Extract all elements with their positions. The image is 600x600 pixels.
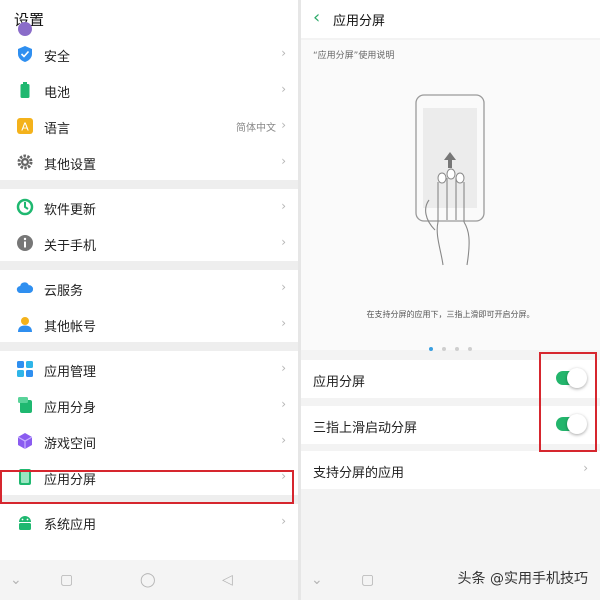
chevron-right-icon: › [281,514,286,528]
row-label: 其他设置 [44,158,97,173]
chevron-right-icon: › [281,361,286,375]
language-value: 简体中文 [236,123,276,134]
row-label: 电池 [44,86,71,101]
watermark: 头条 @实用手机技巧 [457,571,588,587]
instruction-card: “应用分屏”使用说明 在支持分屏的应用下，三指上滑即可开启分屏。 [301,40,600,351]
row-label: 其他帐号 [44,320,97,335]
row-label: 游戏空间 [44,437,97,452]
settings-panel: 设置 安全 › 电池 › A 语言 简体中文 › 其他设置 › 软件更新 › 关… [0,0,298,600]
toggle-knob [567,414,587,434]
row-label: 应用管理 [44,365,97,380]
setting-label: 支持分屏的应用 [313,466,405,481]
partial-icon [18,22,32,36]
sidebar-item-battery[interactable]: 电池 › [0,72,298,108]
row-label: 系统应用 [44,518,97,533]
chevron-right-icon: › [281,280,286,294]
three-finger-toggle-row[interactable]: 三指上滑启动分屏 [301,406,600,444]
chevron-right-icon: › [281,154,286,168]
split-screen-panel: ‹ 应用分屏 “应用分屏”使用说明 在支持分屏的应用下，三指上滑即可开启分屏。 … [301,0,600,600]
page-dot [428,347,433,351]
instruction-heading: “应用分屏”使用说明 [313,51,395,61]
group-separator [0,180,298,189]
three-finger-toggle[interactable] [556,414,587,434]
recents-icon[interactable]: ▢ [361,572,374,588]
group-separator [0,261,298,270]
home-icon[interactable]: ◯ [140,572,156,588]
sidebar-item-game-space[interactable]: 游戏空间 › [0,423,298,459]
chevron-right-icon: › [281,82,286,96]
back-arrow-icon[interactable]: ‹ [313,7,320,28]
language-icon: A [17,118,33,134]
sidebar-item-split-screen[interactable]: 应用分屏 › [0,459,298,495]
sidebar-item-app-clone[interactable]: 应用分身 › [0,387,298,423]
sidebar-item-about-phone[interactable]: 关于手机 › [0,225,298,261]
page-title: 应用分屏 [333,14,386,29]
split-screen-icon [19,469,31,485]
group-separator [0,495,298,504]
page-dot [468,347,473,351]
chevron-right-icon: › [281,469,286,483]
nav-bar: ⌄ ▢ ◯ ◁ [0,560,298,600]
recents-icon[interactable]: ▢ [60,572,73,588]
back-icon[interactable]: ◁ [222,572,233,588]
chevron-right-icon: › [281,118,286,132]
row-label: 应用分屏 [44,473,97,488]
group-separator [0,342,298,351]
sidebar-item-app-management[interactable]: 应用管理 › [0,351,298,387]
clone-icon [18,397,32,413]
svg-text:A: A [21,121,29,134]
sidebar-item-other-settings[interactable]: 其他设置 › [0,144,298,180]
cloud-icon [16,282,34,294]
toggle-knob [567,368,587,388]
chevron-right-icon: › [281,316,286,330]
sidebar-item-language[interactable]: A 语言 简体中文 › [0,108,298,144]
split-screen-toggle-row[interactable]: 应用分屏 [301,360,600,398]
chevron-right-icon: › [281,433,286,447]
page-dot [455,347,460,351]
chevron-right-icon: › [281,199,286,213]
grid-icon [17,361,33,377]
shield-icon [18,46,32,62]
settings-list: 安全 › 电池 › A 语言 简体中文 › 其他设置 › 软件更新 › 关于手机… [0,22,298,540]
chevron-right-icon: › [281,397,286,411]
chevron-right-icon: › [583,461,588,475]
page-dot [441,347,446,351]
info-icon [17,235,33,251]
setting-label: 三指上滑启动分屏 [313,421,418,436]
chevron-right-icon: › [281,46,286,60]
page-indicator [301,336,600,355]
sidebar-item-security[interactable]: 安全 › [0,36,298,72]
person-icon [18,317,32,332]
instruction-caption: 在支持分屏的应用下，三指上滑即可开启分屏。 [366,310,535,319]
sidebar-item-system-apps[interactable]: 系统应用 › [0,504,298,540]
chevron-right-icon: › [281,235,286,249]
phone-gesture-illustration [415,94,485,266]
row-label: 软件更新 [44,203,97,218]
sidebar-item-other-accounts[interactable]: 其他帐号 › [0,306,298,342]
row-label: 语言 [44,122,71,137]
sidebar-item-software-update[interactable]: 软件更新 › [0,189,298,225]
supported-apps-row[interactable]: 支持分屏的应用 › [301,451,600,489]
row-label: 应用分身 [44,401,97,416]
row-label: 云服务 [44,284,84,299]
sidebar-item-cloud-service[interactable]: 云服务 › [0,270,298,306]
nav-collapse-icon[interactable]: ⌄ [10,572,22,588]
row-label: 关于手机 [44,239,97,254]
battery-icon [20,82,30,98]
gear-icon [17,154,33,170]
setting-label: 应用分屏 [313,375,366,390]
cube-icon [17,433,33,449]
row-label: 安全 [44,50,71,65]
split-screen-titlebar: ‹ 应用分屏 [301,0,600,38]
split-screen-toggle[interactable] [556,368,587,388]
update-icon [16,198,34,216]
nav-collapse-icon[interactable]: ⌄ [311,572,323,588]
android-icon [19,516,31,530]
